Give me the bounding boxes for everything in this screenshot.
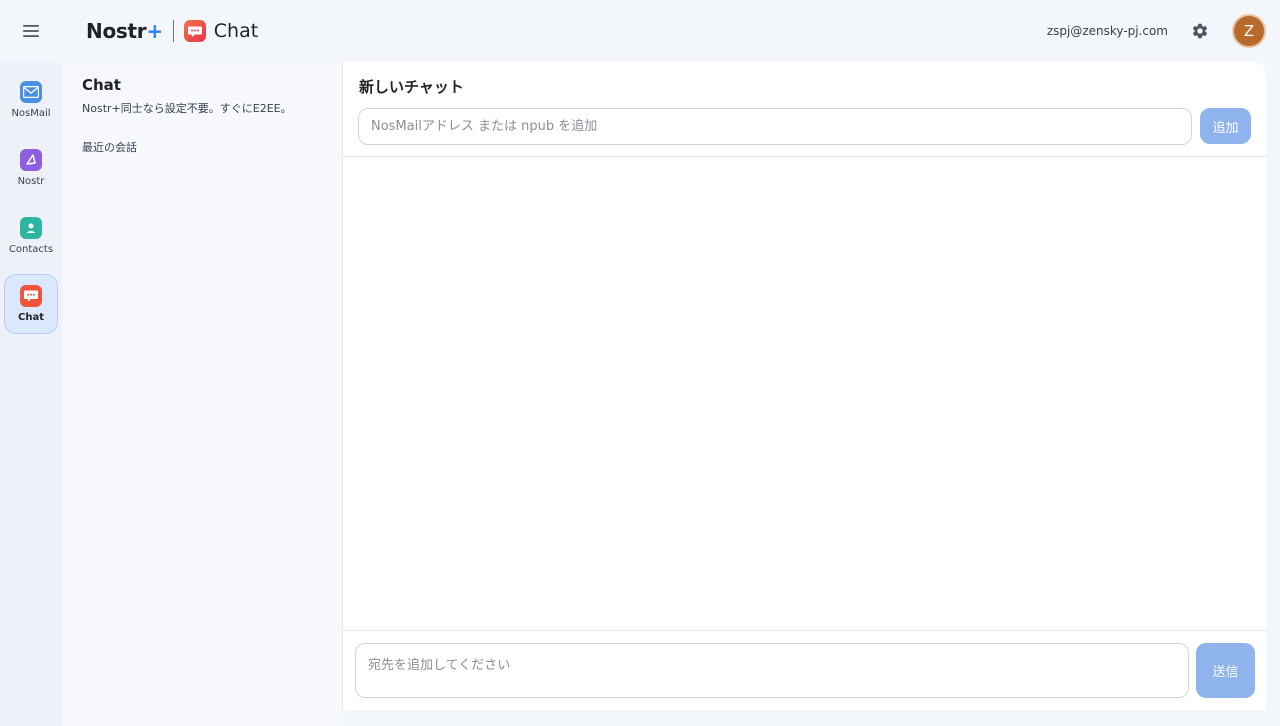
conversation-list-panel: Chat Nostr+同士なら設定不要。すぐにE2EE。 最近の会話 bbox=[62, 62, 342, 726]
brand[interactable]: Nostr+ Chat bbox=[86, 17, 258, 45]
settings-button[interactable] bbox=[1186, 17, 1214, 45]
rail-item-label: Chat bbox=[18, 312, 44, 323]
divider bbox=[343, 630, 1267, 631]
gear-icon bbox=[1192, 23, 1208, 39]
header-actions: zspj@zensky-pj.com Z bbox=[1047, 13, 1266, 49]
top-header: Nostr+ Chat zspj@zensky-pj.com Z bbox=[0, 0, 1280, 62]
rail-item-nosmail[interactable]: NosMail bbox=[4, 70, 58, 130]
nostr-icon bbox=[20, 149, 42, 171]
contact-icon bbox=[20, 217, 42, 239]
rail-item-label: Contacts bbox=[8, 244, 54, 255]
mail-icon bbox=[20, 81, 42, 103]
recent-conversations-heading: 最近の会話 bbox=[82, 141, 137, 154]
panel-title: Chat bbox=[82, 76, 121, 94]
brand-name: Nostr+ bbox=[86, 19, 163, 43]
chat-bubble-icon bbox=[20, 285, 42, 307]
app-root: Nostr+ Chat zspj@zensky-pj.com Z NosMail… bbox=[0, 0, 1280, 726]
chat-main-panel: 新しいチャット 追加 送信 bbox=[342, 62, 1267, 710]
rail-item-nostr[interactable]: Nostr bbox=[4, 138, 58, 198]
user-email: zspj@zensky-pj.com bbox=[1046, 24, 1168, 38]
rail-item-label: NosMail bbox=[11, 108, 51, 119]
app-rail: NosMail Nostr Contacts Chat bbox=[0, 62, 62, 726]
brand-separator bbox=[172, 20, 174, 42]
brand-app: Chat bbox=[183, 20, 259, 42]
rail-item-chat[interactable]: Chat bbox=[4, 274, 58, 334]
rail-item-contacts[interactable]: Contacts bbox=[4, 206, 58, 266]
avatar[interactable]: Z bbox=[1232, 14, 1266, 48]
chat-bubble-icon bbox=[183, 20, 206, 42]
app-name: Chat bbox=[213, 20, 259, 42]
page-title: 新しいチャット bbox=[359, 78, 464, 96]
recipient-input[interactable] bbox=[358, 108, 1192, 145]
rail-item-label: Nostr bbox=[17, 176, 45, 187]
add-recipient-button[interactable]: 追加 bbox=[1200, 108, 1251, 144]
send-button[interactable]: 送信 bbox=[1196, 643, 1255, 698]
menu-button[interactable] bbox=[14, 14, 48, 48]
hamburger-menu-icon bbox=[23, 25, 39, 37]
message-area[interactable] bbox=[343, 157, 1267, 630]
message-composer[interactable] bbox=[355, 643, 1189, 698]
panel-subtitle: Nostr+同士なら設定不要。すぐにE2EE。 bbox=[82, 102, 292, 115]
